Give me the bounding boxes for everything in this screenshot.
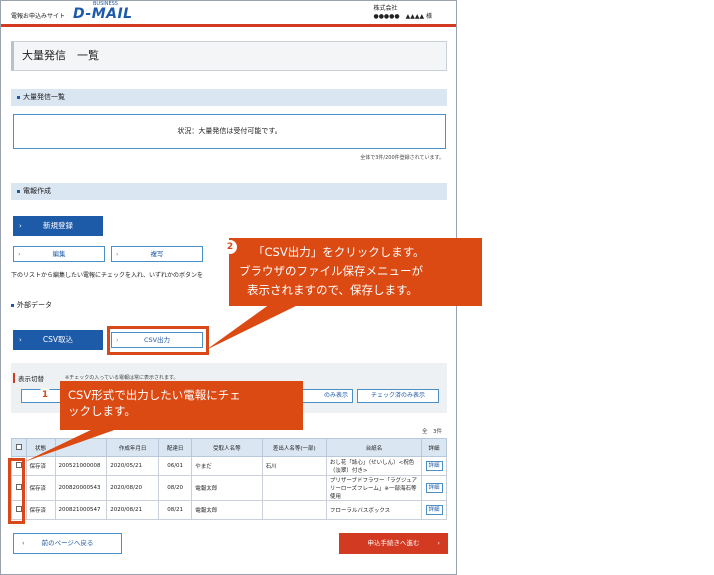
callout-number-badge: 2 — [223, 240, 237, 254]
callout1-pointer — [24, 428, 120, 462]
callout-csv-export: 2 「CSV出力」をクリックします。 ブラウザのファイル保存メニューが 表示され… — [223, 238, 482, 306]
callout-number-badge: 1 — [38, 388, 52, 402]
callout-select-checkbox: 1 CSV形式で出力したい電報にチェ ックします。 — [38, 381, 303, 430]
callout2-pointer — [206, 304, 300, 350]
